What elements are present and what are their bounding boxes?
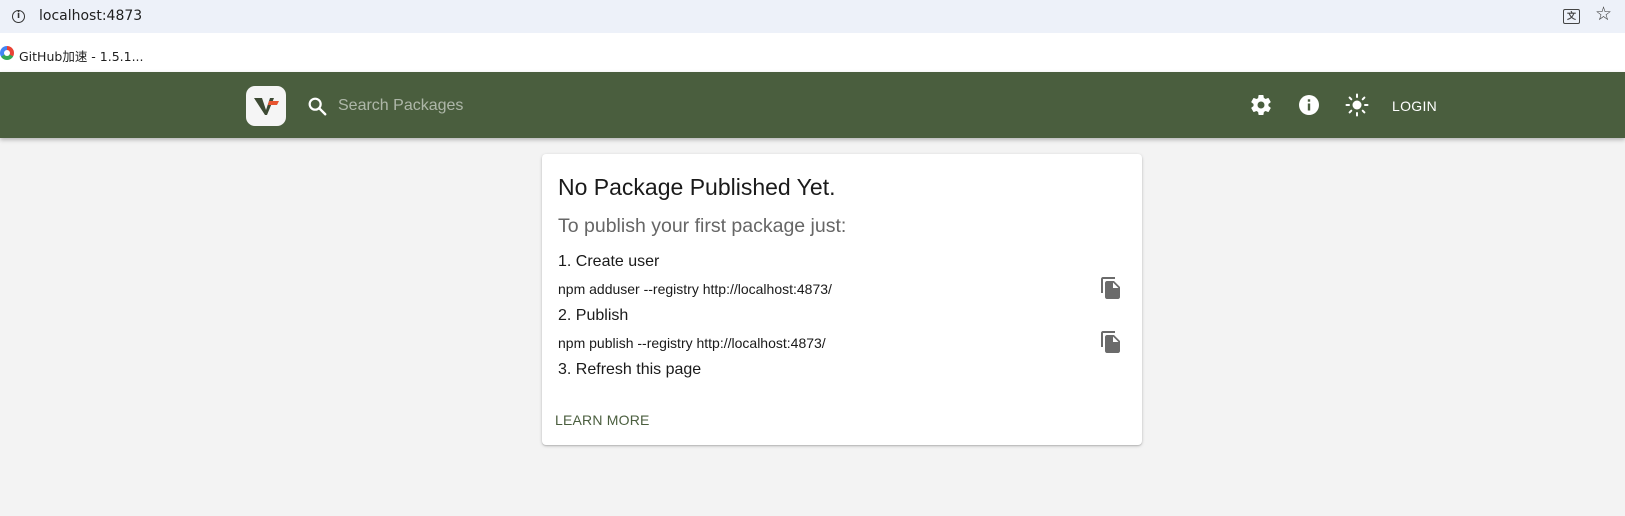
step-2-label: 2. Publish — [558, 307, 629, 324]
login-button[interactable]: LOGIN — [1392, 98, 1437, 114]
copy-icon[interactable] — [1099, 276, 1123, 300]
brightness-icon[interactable] — [1345, 93, 1369, 117]
logo-icon[interactable] — [246, 86, 286, 126]
bookmark-star-icon[interactable]: ☆ — [1595, 5, 1612, 25]
bookmark-favicon-icon — [0, 46, 14, 60]
info-icon[interactable] — [1297, 93, 1321, 117]
bookmark-item[interactable]: GitHub加速 - 1.5.1... — [19, 46, 144, 65]
site-info-icon[interactable]: i — [12, 10, 25, 23]
search-icon — [308, 97, 327, 116]
step-2-command: npm publish --registry http://localhost:… — [558, 335, 826, 351]
browser-address-bar: i localhost:4873 文 ☆ — [0, 0, 1625, 33]
url-text[interactable]: localhost:4873 — [39, 8, 142, 24]
step-1-label: 1. Create user — [558, 253, 660, 270]
bookmarks-bar: GitHub加速 - 1.5.1... — [0, 33, 1625, 72]
copy-icon[interactable] — [1099, 330, 1123, 354]
translate-icon[interactable]: 文 — [1563, 9, 1580, 24]
search-input[interactable] — [338, 92, 738, 120]
learn-more-button[interactable]: LEARN MORE — [555, 412, 650, 428]
card-subtitle: To publish your first package just: — [558, 215, 847, 237]
app-header: LOGIN — [0, 72, 1625, 138]
help-card: No Package Published Yet. To publish you… — [542, 154, 1142, 445]
step-3-label: 3. Refresh this page — [558, 361, 702, 378]
step-1-command: npm adduser --registry http://localhost:… — [558, 281, 832, 297]
card-title: No Package Published Yet. — [558, 174, 836, 200]
gear-icon[interactable] — [1249, 93, 1273, 117]
